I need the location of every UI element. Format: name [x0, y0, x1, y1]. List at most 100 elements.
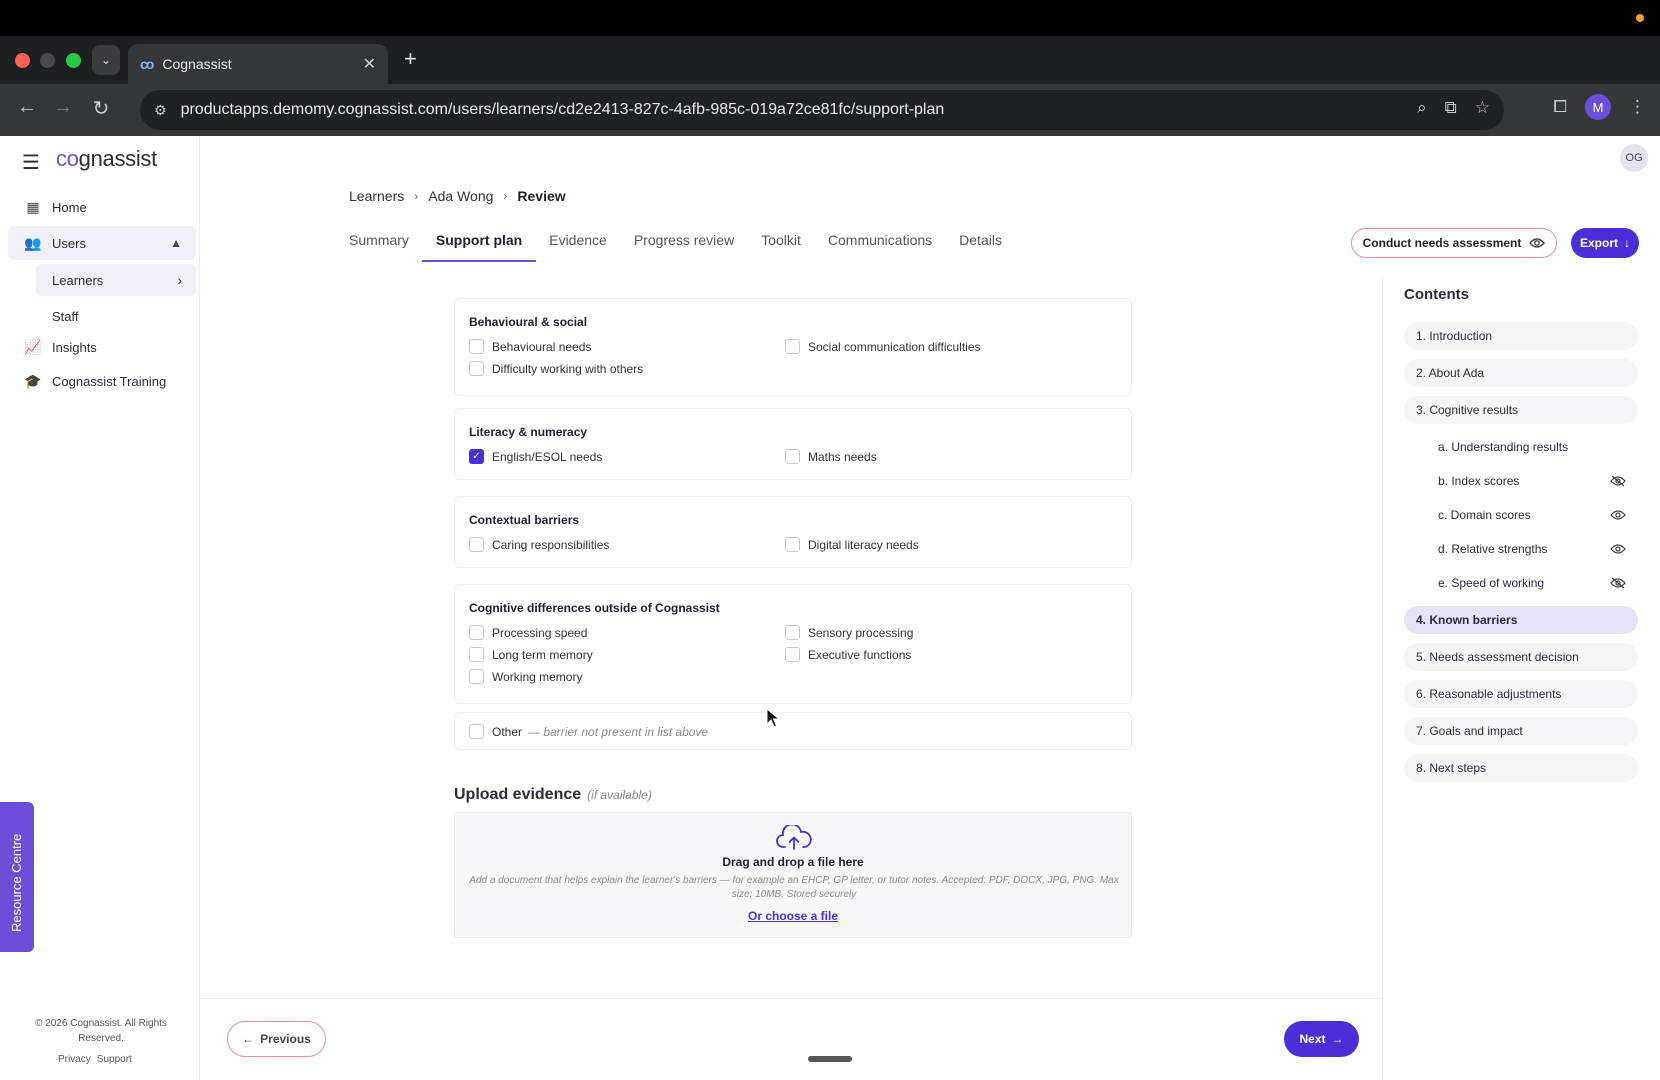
- bookmark-star-icon[interactable]: ☆: [1475, 98, 1490, 118]
- users-icon: 👥: [24, 234, 42, 251]
- previous-button[interactable]: ← Previous: [227, 1021, 326, 1057]
- breadcrumb-learners[interactable]: Learners: [349, 188, 404, 204]
- tab-support-plan[interactable]: Support plan: [421, 232, 537, 262]
- sidebar-item-users[interactable]: 👥 Users ▲: [8, 226, 196, 260]
- checkbox-working-memory[interactable]: Working memory: [469, 669, 582, 684]
- checkbox-box[interactable]: [469, 537, 484, 552]
- support-link[interactable]: Support: [97, 1054, 132, 1065]
- checkbox-english-esol[interactable]: ✓ English/ESOL needs: [469, 449, 602, 464]
- toc-index-scores[interactable]: b. Index scores: [1404, 467, 1638, 495]
- profile-avatar[interactable]: M: [1585, 94, 1611, 120]
- checkbox-box-checked[interactable]: ✓: [469, 449, 484, 464]
- checkbox-caring-responsibilities[interactable]: Caring responsibilities: [469, 537, 609, 552]
- choose-file-link[interactable]: Or choose a file: [455, 909, 1131, 923]
- eye-icon[interactable]: [1610, 543, 1626, 555]
- sidebar-item-staff[interactable]: Staff: [36, 300, 196, 332]
- eye-off-icon[interactable]: [1610, 577, 1626, 589]
- close-tab-icon[interactable]: ✕: [363, 54, 376, 74]
- toc-reasonable-adjustments[interactable]: 6. Reasonable adjustments: [1404, 680, 1638, 708]
- card-title: Contextual barriers: [469, 513, 580, 527]
- checkbox-box[interactable]: [785, 647, 800, 662]
- toc-understanding-results[interactable]: a. Understanding results: [1404, 433, 1638, 461]
- checkbox-box[interactable]: [785, 449, 800, 464]
- contents-title: Contents: [1404, 286, 1469, 303]
- tab-search-button[interactable]: ⌄: [92, 45, 120, 75]
- toc-about[interactable]: 2. About Ada: [1404, 359, 1638, 387]
- sidebar-item-learners[interactable]: Learners ›: [36, 264, 196, 296]
- hamburger-menu-icon[interactable]: ☰: [22, 150, 40, 175]
- checkbox-other[interactable]: Other — barrier not present in list above: [469, 724, 708, 739]
- forward-icon[interactable]: →: [50, 96, 76, 119]
- checkbox-processing-speed[interactable]: Processing speed: [469, 625, 587, 640]
- checkbox-difficulty-working[interactable]: Difficulty working with others: [469, 361, 643, 376]
- window-maximize-button[interactable]: [66, 53, 81, 68]
- next-button[interactable]: Next →: [1284, 1021, 1359, 1057]
- privacy-link[interactable]: Privacy: [58, 1054, 91, 1065]
- sidebar-item-training[interactable]: 🎓 Cognassist Training: [8, 364, 196, 398]
- tab-details[interactable]: Details: [959, 232, 1002, 262]
- checkbox-sensory-processing[interactable]: Sensory processing: [785, 625, 913, 640]
- window-close-button[interactable]: [15, 53, 30, 68]
- address-bar[interactable]: ⚙ productapps.demomy.cognassist.com/user…: [140, 90, 1504, 130]
- toc-goals-and-impact[interactable]: 7. Goals and impact: [1404, 717, 1638, 745]
- tab-evidence[interactable]: Evidence: [549, 232, 607, 262]
- toc-known-barriers[interactable]: 4. Known barriers: [1404, 606, 1638, 634]
- toc-domain-scores[interactable]: c. Domain scores: [1404, 501, 1638, 529]
- toc-needs-assessment-decision[interactable]: 5. Needs assessment decision: [1404, 643, 1638, 671]
- sidebar-item-insights[interactable]: 📈 Insights: [8, 330, 196, 364]
- checkbox-executive-functions[interactable]: Executive functions: [785, 647, 911, 662]
- tab-summary[interactable]: Summary: [349, 232, 409, 262]
- toc-relative-strengths[interactable]: d. Relative strengths: [1404, 535, 1638, 563]
- toc-introduction[interactable]: 1. Introduction: [1404, 322, 1638, 350]
- checkbox-box[interactable]: [469, 669, 484, 684]
- checkbox-long-term-memory[interactable]: Long term memory: [469, 647, 593, 662]
- tab-toolkit[interactable]: Toolkit: [761, 232, 801, 262]
- scroll-handle[interactable]: [808, 1056, 852, 1062]
- checkbox-box[interactable]: [469, 625, 484, 640]
- reload-icon[interactable]: ↻: [88, 96, 114, 121]
- export-button[interactable]: Export ↓: [1571, 228, 1639, 258]
- sidebar-item-home[interactable]: ▦ Home: [8, 190, 196, 224]
- checkbox-label: Working memory: [492, 669, 583, 684]
- tab-communications[interactable]: Communications: [828, 232, 932, 262]
- checkbox-label: Behavioural needs: [492, 339, 592, 354]
- toc-label: 3. Cognitive results: [1416, 403, 1519, 417]
- toc-next-steps[interactable]: 8. Next steps: [1404, 754, 1638, 782]
- browser-menu-icon[interactable]: ⋮: [1629, 97, 1646, 117]
- checkbox-behavioural-needs[interactable]: Behavioural needs: [469, 339, 591, 354]
- eye-off-icon[interactable]: [1610, 475, 1626, 487]
- browser-tab[interactable]: co Cognassist ✕: [128, 44, 388, 84]
- resource-centre-tab[interactable]: Resource Centre: [0, 802, 34, 952]
- checkbox-box[interactable]: [469, 724, 484, 739]
- tab-progress-review[interactable]: Progress review: [634, 232, 734, 262]
- checkbox-digital-literacy[interactable]: Digital literacy needs: [785, 537, 919, 552]
- checkbox-box[interactable]: [469, 647, 484, 662]
- chevron-up-icon: ▲: [170, 236, 182, 250]
- zoom-icon[interactable]: ⌕: [1417, 98, 1427, 118]
- checkbox-social-communication[interactable]: Social communication difficulties: [785, 339, 981, 354]
- window-minimize-button[interactable]: [40, 53, 55, 68]
- chart-line-icon: 📈: [24, 338, 42, 355]
- checkbox-label: Difficulty working with others: [492, 361, 644, 376]
- checkbox-maths-needs[interactable]: Maths needs: [785, 449, 877, 464]
- toc-speed-of-working[interactable]: e. Speed of working: [1404, 569, 1638, 597]
- site-info-icon[interactable]: ⚙: [154, 102, 167, 119]
- conduct-needs-assessment-button[interactable]: Conduct needs assessment: [1351, 228, 1557, 258]
- user-avatar[interactable]: OG: [1620, 144, 1648, 172]
- checkbox-box[interactable]: [785, 537, 800, 552]
- back-icon[interactable]: ←: [14, 96, 40, 119]
- cognassist-logo[interactable]: cognassist: [56, 146, 157, 172]
- barrier-card-other: Other — barrier not present in list above: [454, 712, 1132, 750]
- eye-icon[interactable]: [1610, 509, 1626, 521]
- file-dropzone[interactable]: Drag and drop a file here Add a document…: [454, 812, 1132, 938]
- cast-icon[interactable]: ⧉: [1445, 98, 1457, 118]
- checkbox-box[interactable]: [785, 625, 800, 640]
- logo-text: gnassist: [78, 146, 158, 171]
- checkbox-box[interactable]: [469, 339, 484, 354]
- extensions-icon[interactable]: ⧠: [1553, 97, 1567, 117]
- new-tab-button[interactable]: +: [404, 46, 417, 72]
- checkbox-box[interactable]: [785, 339, 800, 354]
- breadcrumb-learner-name[interactable]: Ada Wong: [428, 188, 493, 204]
- toc-cognitive-results[interactable]: 3. Cognitive results: [1404, 396, 1638, 424]
- checkbox-box[interactable]: [469, 361, 484, 376]
